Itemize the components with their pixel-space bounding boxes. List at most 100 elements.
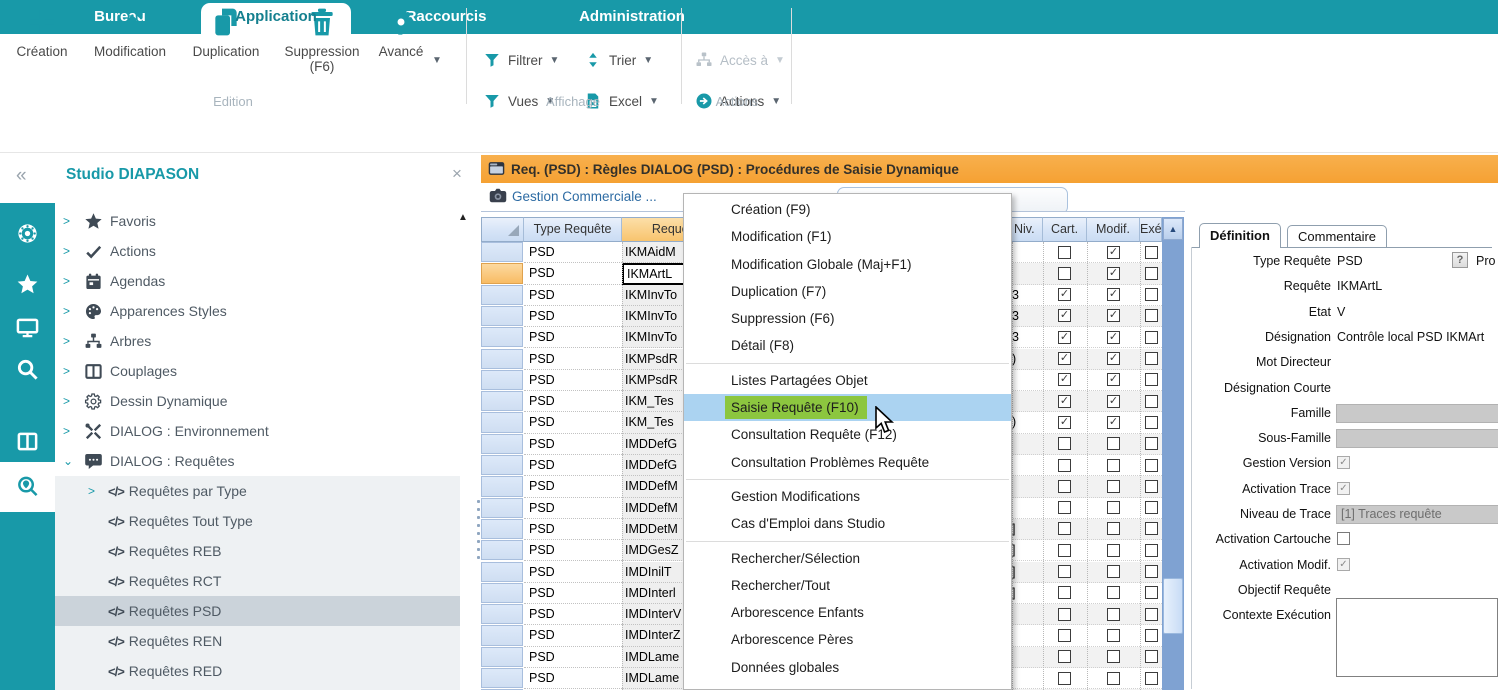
menu-item-modification-f1-[interactable]: Modification (F1) xyxy=(684,223,1011,250)
checkbox-cart[interactable]: ✓ xyxy=(1058,373,1071,386)
checkbox-exe[interactable] xyxy=(1145,459,1158,472)
row-selector[interactable] xyxy=(481,519,523,539)
row-selector[interactable] xyxy=(481,391,523,411)
column-header-exe[interactable]: Exé xyxy=(1140,217,1162,242)
cell-type-requete[interactable]: PSD xyxy=(524,540,622,561)
checkbox-cart[interactable]: ✓ xyxy=(1058,395,1071,408)
tree-item-requ-tes-psd[interactable]: </>Requêtes PSD xyxy=(55,596,460,626)
cell-type-requete[interactable]: PSD xyxy=(524,263,622,284)
cell-type-requete[interactable]: PSD xyxy=(524,327,622,348)
row-selector[interactable] xyxy=(481,668,523,688)
row-selector[interactable] xyxy=(481,625,523,645)
row-selector[interactable] xyxy=(481,263,523,283)
chevron-icon[interactable]: > xyxy=(63,244,77,258)
checkbox-modif[interactable]: ✓ xyxy=(1107,331,1120,344)
avance-button[interactable]: Avancé xyxy=(358,6,444,59)
cell-type-requete[interactable]: PSD xyxy=(524,625,622,646)
checkbox-modif[interactable]: ✓ xyxy=(1107,246,1120,259)
cell-type-requete[interactable]: PSD xyxy=(524,412,622,433)
checkbox-exe[interactable] xyxy=(1145,267,1158,280)
context-execution-textarea[interactable] xyxy=(1336,598,1498,677)
search-icon[interactable] xyxy=(16,358,39,381)
checkbox-exe[interactable] xyxy=(1145,501,1158,514)
cell-type-requete[interactable]: PSD xyxy=(524,668,622,689)
row-selector[interactable] xyxy=(481,583,523,603)
checkbox-modif[interactable]: ✓ xyxy=(1107,373,1120,386)
checkbox-exe[interactable] xyxy=(1145,416,1158,429)
grid-scrollbar[interactable]: ▲ xyxy=(1162,217,1184,690)
vues-button[interactable]: Vues ▼ xyxy=(483,92,555,110)
row-selector[interactable] xyxy=(481,647,523,667)
wheel-icon[interactable] xyxy=(16,222,39,245)
tree-item-apparences-styles[interactable]: >Apparences Styles xyxy=(55,296,460,326)
chevron-icon[interactable]: > xyxy=(63,424,77,438)
menu-item-arborescence-p-res[interactable]: Arborescence Pères xyxy=(684,626,1011,653)
checkbox-modif[interactable]: ✓ xyxy=(1107,267,1120,280)
row-selector[interactable] xyxy=(481,370,523,390)
row-selector[interactable] xyxy=(481,562,523,582)
cell-type-requete[interactable]: PSD xyxy=(524,476,622,497)
menu-item-rechercher-tout[interactable]: Rechercher/Tout xyxy=(684,572,1011,599)
checkbox-cart[interactable] xyxy=(1058,608,1071,621)
tree-item-requ-tes-red[interactable]: </>Requêtes RED xyxy=(55,656,460,686)
field-checkbox[interactable] xyxy=(1337,532,1350,545)
checkbox-exe[interactable] xyxy=(1145,352,1158,365)
checkbox-modif[interactable] xyxy=(1107,480,1120,493)
checkbox-exe[interactable] xyxy=(1145,672,1158,685)
tab-administration[interactable]: Administration xyxy=(579,0,685,34)
cell-type-requete[interactable]: PSD xyxy=(524,285,622,306)
chevron-icon[interactable]: > xyxy=(63,394,77,408)
checkbox-cart[interactable] xyxy=(1058,650,1071,663)
checkbox-modif[interactable] xyxy=(1107,437,1120,450)
tree-item-requ-tes-par-type[interactable]: ></>Requêtes par Type xyxy=(55,476,460,506)
cell-type-requete[interactable]: PSD xyxy=(524,455,622,476)
monitor-icon[interactable] xyxy=(16,316,39,339)
cell-type-requete[interactable]: PSD xyxy=(524,583,622,604)
checkbox-cart[interactable]: ✓ xyxy=(1058,309,1071,322)
checkbox-exe[interactable] xyxy=(1145,246,1158,259)
checkbox-exe[interactable] xyxy=(1145,395,1158,408)
tree-item-requ-tes-ren[interactable]: </>Requêtes REN xyxy=(55,626,460,656)
tab-application[interactable]: Application xyxy=(235,0,317,34)
collapse-sidebar-icon[interactable]: « xyxy=(16,165,27,187)
checkbox-cart[interactable] xyxy=(1058,267,1071,280)
tree-item-favoris[interactable]: >Favoris xyxy=(55,206,460,236)
tree-item-dessin-dynamique[interactable]: >Dessin Dynamique xyxy=(55,386,460,416)
row-selector[interactable] xyxy=(481,604,523,624)
checkbox-exe[interactable] xyxy=(1145,629,1158,642)
checkbox-modif[interactable]: ✓ xyxy=(1107,288,1120,301)
field-input[interactable] xyxy=(1336,404,1498,423)
checkbox-exe[interactable] xyxy=(1145,331,1158,344)
row-selector[interactable] xyxy=(481,476,523,496)
cell-type-requete[interactable]: PSD xyxy=(524,647,622,668)
tab-gestion-commerciale[interactable]: Gestion Commerciale ... xyxy=(512,183,657,211)
tree-item-agendas[interactable]: >Agendas xyxy=(55,266,460,296)
column-header-cart[interactable]: Cart. xyxy=(1043,217,1087,242)
menu-item-donn-es-globales[interactable]: Données globales xyxy=(684,654,1011,681)
row-selector[interactable] xyxy=(481,498,523,518)
row-selector[interactable] xyxy=(481,349,523,369)
checkbox-cart[interactable] xyxy=(1058,501,1071,514)
checkbox-exe[interactable] xyxy=(1145,650,1158,663)
checkbox-cart[interactable] xyxy=(1058,629,1071,642)
checkbox-exe[interactable] xyxy=(1145,309,1158,322)
tree-item-couplages[interactable]: >Couplages xyxy=(55,356,460,386)
star-icon[interactable] xyxy=(16,273,39,296)
menu-item-suppression-f6-[interactable]: Suppression (F6) xyxy=(684,305,1011,332)
columns-icon[interactable] xyxy=(16,430,39,453)
checkbox-modif[interactable] xyxy=(1107,501,1120,514)
field-input[interactable] xyxy=(1336,429,1498,448)
chevron-icon[interactable]: > xyxy=(63,334,77,348)
cell-type-requete[interactable]: PSD xyxy=(524,349,622,370)
chevron-icon[interactable]: > xyxy=(63,304,77,318)
checkbox-cart[interactable] xyxy=(1058,586,1071,599)
scrollbar-thumb[interactable] xyxy=(1163,578,1183,634)
checkbox-cart[interactable] xyxy=(1058,246,1071,259)
chevron-icon[interactable]: > xyxy=(63,214,77,228)
checkbox-exe[interactable] xyxy=(1145,522,1158,535)
tab-commentaire[interactable]: Commentaire xyxy=(1287,225,1387,248)
checkbox-modif[interactable] xyxy=(1107,629,1120,642)
tree-item-dialog-requ-tes[interactable]: ⌄DIALOG : Requêtes xyxy=(55,446,460,476)
tab-definition[interactable]: Définition xyxy=(1199,223,1281,248)
checkbox-cart[interactable] xyxy=(1058,565,1071,578)
